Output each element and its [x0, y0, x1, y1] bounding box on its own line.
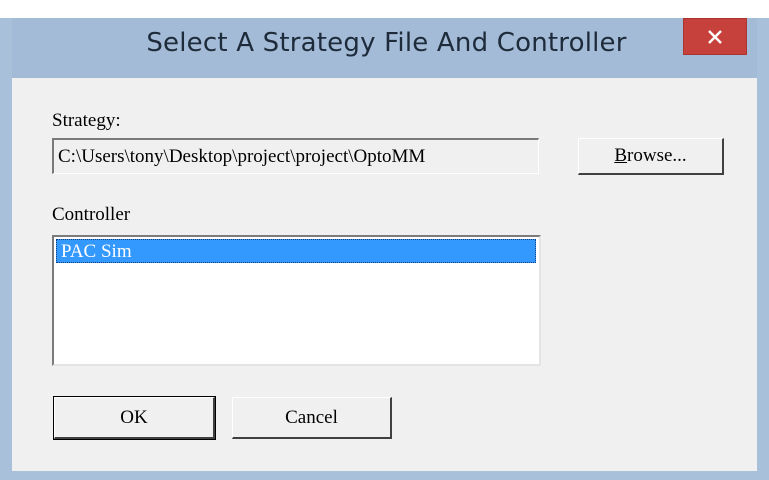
close-button[interactable]: [683, 18, 747, 55]
browse-label: Browse...: [614, 145, 687, 166]
cancel-label: Cancel: [285, 406, 338, 428]
cancel-button[interactable]: Cancel: [232, 397, 392, 439]
window-right-border: [757, 18, 769, 480]
controller-listbox[interactable]: PAC Sim: [52, 235, 541, 366]
ok-label: OK: [120, 406, 148, 428]
controller-label: Controller: [52, 204, 131, 225]
strategy-label: Strategy:: [52, 110, 121, 131]
window-title: Select A Strategy File And Controller: [146, 28, 627, 58]
window-bottom-border: [0, 471, 769, 480]
close-icon: [708, 29, 722, 44]
browse-button[interactable]: Browse...: [578, 138, 724, 175]
list-item-pac-sim[interactable]: PAC Sim: [56, 239, 536, 263]
dialog-client-area: Strategy: C:\Users\tony\Desktop\project\…: [12, 78, 757, 471]
window-left-border: [0, 18, 12, 480]
strategy-path-field[interactable]: C:\Users\tony\Desktop\project\project\Op…: [52, 138, 539, 174]
strategy-path-value: C:\Users\tony\Desktop\project\project\Op…: [58, 146, 426, 167]
ok-button[interactable]: OK: [53, 396, 216, 440]
